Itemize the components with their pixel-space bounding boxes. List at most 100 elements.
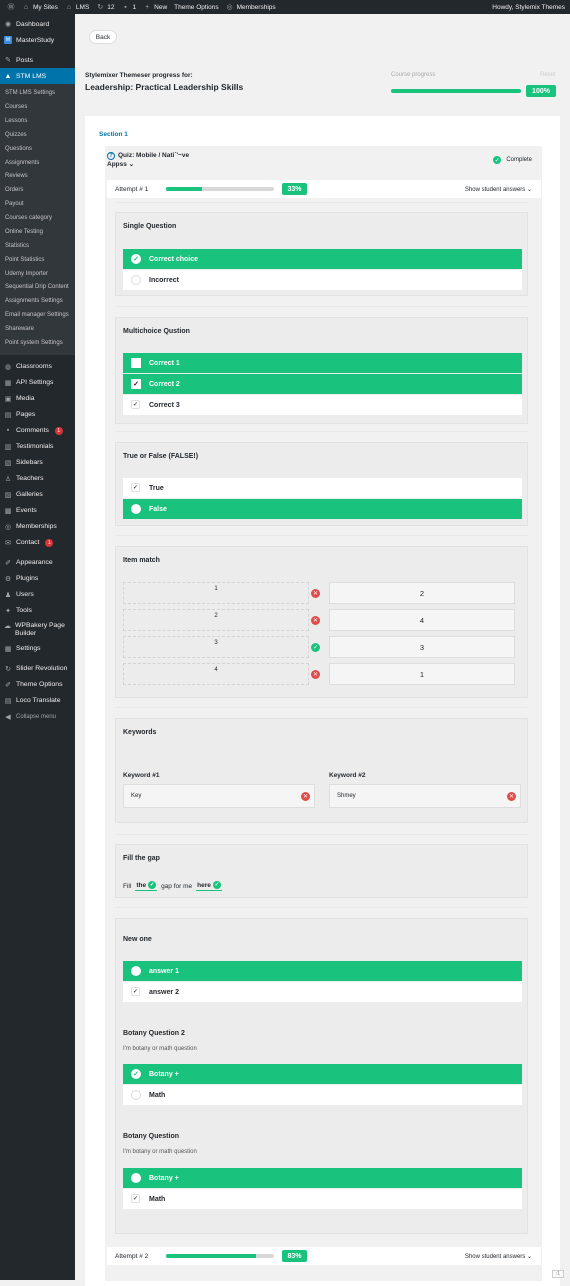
sidebar-item-teachers[interactable]: ♙ Teachers xyxy=(0,471,75,487)
submenu-item[interactable]: STM LMS Settings xyxy=(0,87,75,101)
check-circle-icon: ✓ xyxy=(212,881,221,889)
question-item-match: Item match 1 ✕ 2 2 ✕ 4 3 ✓ 3 4 ✕ 1 xyxy=(115,546,528,698)
refresh-icon: ↻ xyxy=(5,665,11,673)
sidebar-item-masterstudy[interactable]: M MasterStudy xyxy=(0,32,75,48)
answer-row: ✓ Correct 3 xyxy=(123,395,522,415)
sidebar-item-testimonials[interactable]: ▥ Testimonials xyxy=(0,439,75,455)
checkbox-checked-icon: ✓ xyxy=(131,379,141,389)
sidebar-item-pages[interactable]: ▤ Pages xyxy=(0,407,75,423)
submenu-item[interactable]: Point Statistics xyxy=(0,254,75,268)
quiz-title[interactable]: ? Quiz: Mobile / Nati`'~ve Appss ⌄ xyxy=(107,152,189,170)
wordpress-logo[interactable]: Ⓦ xyxy=(7,3,15,11)
sidebar-item-comments[interactable]: ▪ Comments 1 xyxy=(0,423,75,439)
submenu-item[interactable]: Quizzes xyxy=(0,129,75,143)
show-student-answers-toggle[interactable]: Show student answers ⌄ xyxy=(465,1253,532,1260)
submenu-item[interactable]: Payout xyxy=(0,198,75,212)
submenu-item[interactable]: Statistics xyxy=(0,240,75,254)
updates-link[interactable]: ↻ 12 xyxy=(96,3,114,12)
chevron-down-icon: ⌄ xyxy=(128,160,135,168)
match-left-cell: 3 xyxy=(123,636,309,658)
sidebar-item-dashboard[interactable]: ◉ Dashboard xyxy=(0,16,75,32)
media-icon: ▣ xyxy=(4,395,12,403)
sidebar-item-contact[interactable]: ✉ Contact 1 xyxy=(0,535,75,551)
sidebar-item-stm-lms[interactable]: ▲ STM LMS xyxy=(0,68,75,84)
sidebar-item-api-settings[interactable]: ▦ API Settings xyxy=(0,375,75,391)
page-icon: ▤ xyxy=(4,411,12,419)
sidebar-item-galleries[interactable]: ▨ Galleries xyxy=(0,487,75,503)
reset-button[interactable]: Reset xyxy=(540,72,556,78)
answer-row: ✓ Correct choice xyxy=(123,249,522,269)
dashboard-icon: ◉ xyxy=(4,21,12,28)
fill-gap-sentence: Fill the ✓ gap for me here ✓ xyxy=(123,881,222,891)
howdy-user-menu[interactable]: Howdy, Stylemix Themes xyxy=(492,4,565,11)
submenu-item[interactable]: Email manager Settings xyxy=(0,309,75,323)
answer-row: Incorrect xyxy=(123,270,522,290)
submenu-item[interactable]: Courses category xyxy=(0,212,75,226)
sidebar-item-users[interactable]: ♟ Users xyxy=(0,587,75,603)
submenu-item[interactable]: Orders xyxy=(0,184,75,198)
section-title[interactable]: Section 1 xyxy=(99,131,128,138)
question-title: Single Question xyxy=(123,223,177,230)
submenu-item[interactable]: Assignments xyxy=(0,156,75,170)
submenu-item[interactable]: Assignments Settings xyxy=(0,295,75,309)
back-button[interactable]: Back xyxy=(89,30,117,44)
sidebar-item-sidebars[interactable]: ▧ Sidebars xyxy=(0,455,75,471)
sites-icon: ⌂ xyxy=(23,3,29,11)
submenu-item[interactable]: Lessons xyxy=(0,115,75,129)
checkbox-empty-icon xyxy=(131,358,141,368)
sidebar-item-plugins[interactable]: ⚙ Plugins xyxy=(0,571,75,587)
user-icon: ♟ xyxy=(4,591,12,599)
sidebar-item-classrooms[interactable]: ◍ Classrooms xyxy=(0,359,75,375)
wrong-icon: ✕ xyxy=(311,670,320,679)
api-icon: ▦ xyxy=(4,379,12,387)
sidebar-item-loco-translate[interactable]: ▤ Loco Translate xyxy=(0,693,75,709)
theme-options-link[interactable]: Theme Options xyxy=(174,4,218,11)
sidebar-item-memberships[interactable]: ◎ Memberships xyxy=(0,519,75,535)
sidebar-item-wpbakery[interactable]: ☁ WPBakery Page Builder xyxy=(0,619,75,641)
check-icon: ✓ xyxy=(131,1194,140,1203)
answer-row: ✓ Correct 2 xyxy=(123,374,522,394)
site-link[interactable]: ⌂ LMS xyxy=(65,3,90,11)
sidebar-item-settings[interactable]: ▦ Settings xyxy=(0,641,75,657)
question-title: New one xyxy=(123,936,152,943)
course-progress-label: Course progress xyxy=(391,72,436,78)
submenu-item[interactable]: Udemy Importer xyxy=(0,267,75,281)
sidebar-item-posts[interactable]: ✎ Posts xyxy=(0,52,75,68)
curriculum-panel: Section 1 ? Quiz: Mobile / Nati`'~ve Apps… xyxy=(85,116,560,1286)
sidebar-item-appearance[interactable]: ✐ Appearance xyxy=(0,555,75,571)
question-keywords: Keywords Keyword #1 Key ✕ Keyword #2 Shme… xyxy=(115,718,528,823)
submenu-item[interactable]: Reviews xyxy=(0,170,75,184)
sidebar-item-tools[interactable]: ✦ Tools xyxy=(0,603,75,619)
radio-empty-icon xyxy=(131,1090,141,1100)
question-description: I'm botany or math question xyxy=(123,1149,197,1155)
quiz-block: ? Quiz: Mobile / Nati`'~ve Appss ⌄ ✓ Compl… xyxy=(105,146,542,1281)
sidebar-item-media[interactable]: ▣ Media xyxy=(0,391,75,407)
chevron-down-icon: ⌄ xyxy=(526,186,532,193)
submenu-item[interactable]: Point system Settings xyxy=(0,337,75,351)
sidebar-item-theme-options[interactable]: ✐ Theme Options xyxy=(0,677,75,693)
keyword-label: Keyword #2 xyxy=(329,772,366,779)
submenu-item[interactable]: Sequential Drip Content xyxy=(0,281,75,295)
comments-link[interactable]: ▪ 1 xyxy=(122,3,136,11)
radio-filled-icon xyxy=(131,1173,141,1183)
collapse-menu-button[interactable]: ◀ Collapse menu xyxy=(0,709,75,725)
answer-row: ✓ True xyxy=(123,478,522,498)
question-description: I'm botany or math question xyxy=(123,1046,197,1052)
resize-handle-icon[interactable]: :1 xyxy=(552,1270,564,1278)
submenu-item[interactable]: Courses xyxy=(0,101,75,115)
memberships-link[interactable]: ◎ Memberships xyxy=(226,3,276,12)
main-content: Back Stylemixer Themeser progress for: L… xyxy=(75,14,570,1286)
keyword-label: Keyword #1 xyxy=(123,772,160,779)
sidebar-item-events[interactable]: ▩ Events xyxy=(0,503,75,519)
submenu-item[interactable]: Shareware xyxy=(0,323,75,337)
submenu-item[interactable]: Questions xyxy=(0,143,75,157)
admin-sidebar: ◉ Dashboard M MasterStudy ✎ Posts ▲ STM LMS … xyxy=(0,14,75,1280)
answer-row: Botany + xyxy=(123,1168,522,1188)
new-content-link[interactable]: + New xyxy=(143,3,167,11)
submenu-item[interactable]: Online Testing xyxy=(0,226,75,240)
sidebar-item-slider-revolution[interactable]: ↻ Slider Revolution xyxy=(0,661,75,677)
question-true-false: True or False (FALSE!) ✓ True False xyxy=(115,442,528,526)
match-right-cell: 3 xyxy=(329,636,515,658)
show-student-answers-toggle[interactable]: Show student answers ⌄ xyxy=(465,186,532,193)
my-sites-link[interactable]: ⌂ My Sites xyxy=(22,3,58,11)
